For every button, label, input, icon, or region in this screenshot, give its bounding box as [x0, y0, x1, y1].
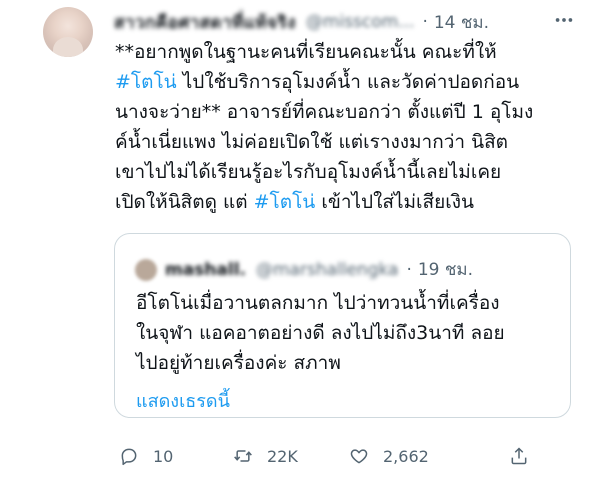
- tweet-header: สาวกคือศาสดาที่แท้จริง @misscom... · 14 …: [114, 10, 489, 34]
- tweet-line: เปิดให้นิสิตดู แต่ #โตโน่ เข้าไปใส่ไม่เส…: [115, 187, 575, 217]
- tweet-line: เขาไปไม่ได้เรียนรู้อะไรกับอุโมงค์น้ำนี้เ…: [115, 157, 575, 187]
- tweet-text-segment: เข้าไปใส่ไม่เสียเงิน: [315, 191, 475, 213]
- tweet-text: **อยากพูดในฐานะคนที่เรียนคณะนั้น คณะที่ใ…: [115, 37, 575, 217]
- reply-button[interactable]: 10: [119, 443, 173, 469]
- like-count: 2,662: [383, 446, 429, 466]
- tweet-text-segment: ไปใช้บริการอุโมงค์น้ำ และวัดค่าปอดก่อน: [176, 71, 520, 93]
- quoted-tweet-line: ในจุฬา แอคอาตอย่างดี ลงไปไม่ถึง3นาที ลอย: [136, 322, 505, 344]
- quoted-author-avatar: [135, 258, 157, 281]
- hashtag-link[interactable]: #โตโน่: [254, 191, 316, 213]
- author-name[interactable]: สาวกคือศาสดาที่แท้จริง: [114, 9, 296, 36]
- more-icon[interactable]: [550, 10, 578, 30]
- tweet-text-segment: ค์น้ำเนี่ยแพง ไม่ค่อยเปิดใช้ แต่เรางงมาก…: [115, 131, 509, 153]
- tweet-line: ค์น้ำเนี่ยแพง ไม่ค่อยเปิดใช้ แต่เรางงมาก…: [115, 127, 575, 157]
- quoted-tweet-header: mashall. @marshallengka · 19 ชม.: [135, 256, 473, 283]
- author-avatar[interactable]: [43, 7, 93, 57]
- tweet-line: #โตโน่ ไปใช้บริการอุโมงค์น้ำ และวัดค่าปอ…: [115, 67, 575, 97]
- author-handle[interactable]: @misscom...: [306, 12, 415, 32]
- share-button[interactable]: [509, 443, 543, 469]
- reply-count: 10: [153, 446, 174, 466]
- tweet-line: **อยากพูดในฐานะคนที่เรียนคณะนั้น คณะที่ใ…: [115, 37, 575, 67]
- retweet-count: 22K: [267, 446, 298, 466]
- tweet-line: นางจะว่าย** อาจารย์ที่คณะบอกว่า ตั้งแต่ป…: [115, 97, 575, 127]
- tweet-text-segment: **อยากพูดในฐานะคนที่เรียนคณะนั้น คณะที่ใ…: [115, 41, 497, 63]
- quoted-tweet[interactable]: mashall. @marshallengka · 19 ชม. อีโตโน่…: [114, 233, 571, 418]
- like-icon: [350, 449, 368, 464]
- quoted-tweet-time: 19 ชม.: [417, 260, 474, 280]
- retweet-icon: [234, 450, 252, 462]
- tweet-text-segment: เปิดให้นิสิตดู แต่: [115, 191, 254, 213]
- tweet-text-segment: นางจะว่าย** อาจารย์ที่คณะบอกว่า ตั้งแต่ป…: [115, 101, 534, 123]
- separator-dot: ·: [422, 12, 428, 32]
- quoted-author-name: mashall.: [165, 259, 246, 280]
- hashtag-link[interactable]: #โตโน่: [115, 71, 177, 93]
- tweet-actions: 10 22K 2,662: [119, 443, 579, 469]
- quoted-tweet-line: อีโตโน่เมื่อวานตลกมาก ไปว่าทวนน้ำที่เครื…: [136, 292, 500, 314]
- share-icon: [511, 447, 527, 465]
- reply-icon: [121, 448, 137, 466]
- quoted-author-handle: @marshallengka: [256, 259, 399, 280]
- tweet-time[interactable]: 14 ชม.: [434, 9, 489, 36]
- tweet-text-segment: เขาไปไม่ได้เรียนรู้อะไรกับอุโมงค์น้ำนี้เ…: [115, 161, 502, 183]
- like-button[interactable]: 2,662: [349, 443, 429, 469]
- separator-dot: ·: [406, 259, 412, 280]
- show-thread-link[interactable]: แสดงเธรดนี้: [136, 386, 230, 415]
- quoted-tweet-line: ไปอยู่ท้ายเครื่องค่ะ สภาพ: [136, 352, 341, 374]
- retweet-button[interactable]: 22K: [233, 443, 298, 469]
- quoted-tweet-text: อีโตโน่เมื่อวานตลกมาก ไปว่าทวนน้ำที่เครื…: [136, 288, 566, 378]
